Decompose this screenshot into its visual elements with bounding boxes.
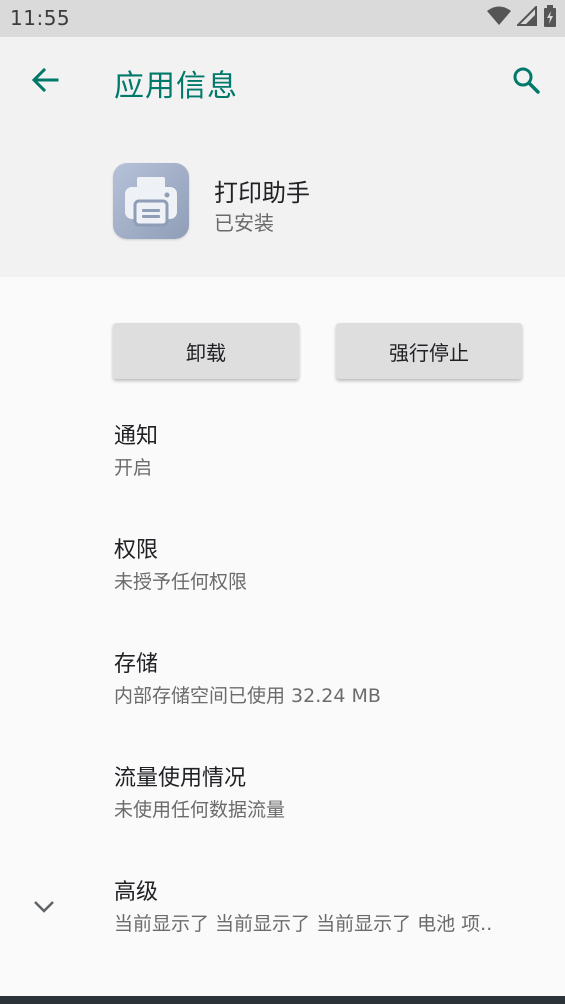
- search-button[interactable]: [503, 59, 549, 105]
- pref-permissions[interactable]: 权限 未授予任何权限: [114, 536, 544, 596]
- pref-summary: 未授予任何权限: [114, 571, 248, 593]
- pref-title: 高级: [114, 880, 159, 905]
- cellular-signal-icon: [515, 4, 537, 30]
- status-icons: [487, 4, 557, 31]
- arrow-back-icon: [30, 65, 60, 99]
- pref-title: 权限: [114, 538, 159, 563]
- expand-advanced-button[interactable]: [28, 892, 60, 924]
- pref-advanced[interactable]: 高级 当前显示了 当前显示了 当前显示了 电池 项..: [114, 878, 544, 938]
- navigation-bar-edge: [0, 996, 565, 1004]
- pref-title: 流量使用情况: [114, 766, 247, 791]
- search-icon: [511, 65, 541, 99]
- app-name: 打印助手: [214, 179, 310, 207]
- pref-notifications[interactable]: 通知 开启: [114, 422, 544, 482]
- pref-summary: 内部存储空间已使用 32.24 MB: [114, 685, 381, 707]
- pref-summary: 当前显示了 当前显示了 当前显示了 电池 项..: [114, 913, 493, 935]
- uninstall-button[interactable]: 卸载: [113, 323, 299, 379]
- pref-title: 通知: [114, 424, 159, 449]
- pref-title: 存储: [114, 652, 159, 677]
- chevron-down-icon: [32, 898, 56, 918]
- app-install-status: 已安装: [214, 211, 274, 235]
- page-title: 应用信息: [114, 69, 238, 104]
- pref-summary: 开启: [114, 457, 153, 479]
- back-button[interactable]: [22, 59, 68, 105]
- printer-app-icon: [113, 163, 189, 239]
- wifi-icon: [487, 6, 511, 30]
- app-bar: 应用信息: [0, 37, 565, 127]
- status-bar: 11:55: [0, 0, 565, 37]
- pref-storage[interactable]: 存储 内部存储空间已使用 32.24 MB: [114, 650, 544, 710]
- pref-summary: 未使用任何数据流量: [114, 799, 286, 821]
- force-stop-button[interactable]: 强行停止: [336, 323, 522, 379]
- status-time: 11:55: [10, 6, 71, 30]
- app-header: 打印助手 已安装: [0, 127, 565, 277]
- pref-data-usage[interactable]: 流量使用情况 未使用任何数据流量: [114, 764, 544, 824]
- battery-icon: [543, 5, 557, 31]
